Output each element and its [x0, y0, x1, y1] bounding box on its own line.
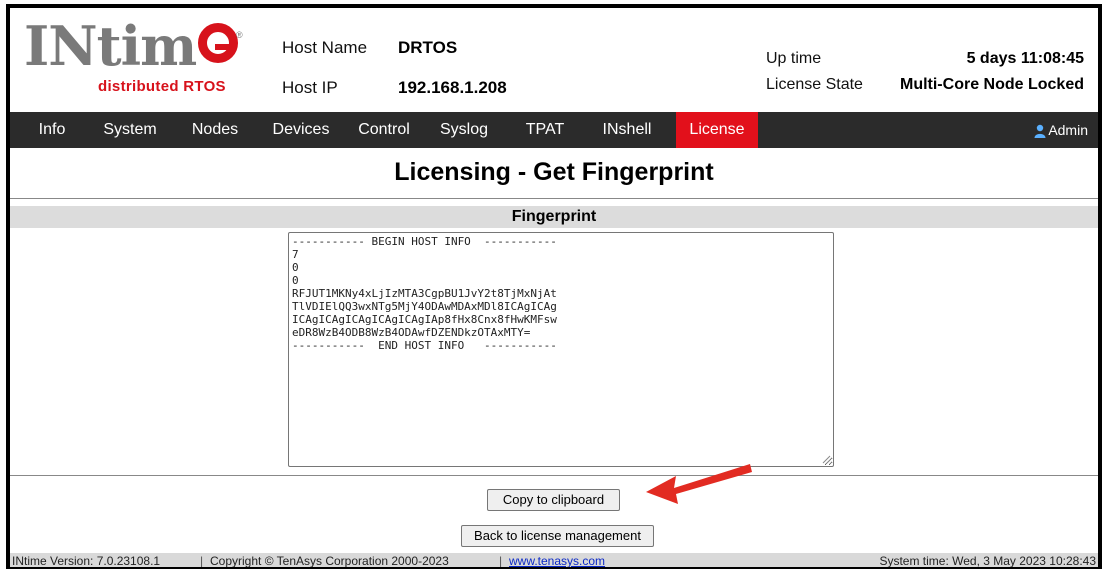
copyright-text: Copyright © TenAsys Corporation 2000-202…	[210, 554, 449, 568]
nav-syslog[interactable]: Syslog	[436, 112, 492, 148]
license-state-label: License State	[766, 76, 863, 93]
divider	[10, 198, 1098, 199]
nav-control[interactable]: Control	[352, 112, 416, 148]
admin-user-link[interactable]: Admin	[1034, 112, 1088, 148]
host-name-label: Host Name	[282, 38, 368, 57]
registered-mark: ®	[236, 30, 243, 40]
nav-info[interactable]: Info	[28, 112, 76, 148]
footer-separator: |	[499, 554, 503, 568]
header: INtim ® distributed RTOS Host Name DRTOS…	[10, 8, 1098, 112]
logo-wordmark: INtim	[24, 16, 239, 76]
page-title: Licensing - Get Fingerprint	[394, 158, 714, 186]
fingerprint-textarea[interactable]: ----------- BEGIN HOST INFO ----------- …	[288, 232, 834, 467]
system-time-text: System time: Wed, 3 May 2023 10:28:43	[879, 554, 1096, 568]
logo-subtitle: distributed RTOS	[98, 78, 226, 95]
resize-grip-icon[interactable]	[821, 454, 831, 464]
divider	[10, 475, 1098, 476]
main-nav: Info System Nodes Devices Control Syslog…	[10, 112, 1098, 148]
copy-to-clipboard-button[interactable]: Copy to clipboard	[487, 489, 620, 511]
nav-license[interactable]: License	[676, 112, 758, 148]
user-icon	[1034, 125, 1046, 139]
nav-nodes[interactable]: Nodes	[186, 112, 244, 148]
nav-devices[interactable]: Devices	[266, 112, 336, 148]
uptime-label: Up time	[766, 50, 822, 67]
license-state-value: Multi-Core Node Locked	[899, 76, 1084, 93]
logo-e-icon	[198, 23, 239, 63]
host-ip-label: Host IP	[282, 78, 338, 97]
app-frame: INtim ® distributed RTOS Host Name DRTOS…	[6, 4, 1102, 569]
host-ip-value: 192.168.1.208	[398, 78, 507, 97]
back-to-license-management-button[interactable]: Back to license management	[461, 525, 654, 547]
nav-inshell[interactable]: INshell	[596, 112, 658, 148]
nav-system[interactable]: System	[96, 112, 164, 148]
nav-tpat[interactable]: TPAT	[520, 112, 570, 148]
red-arrow-icon	[646, 464, 752, 504]
host-name-value: DRTOS	[398, 38, 458, 57]
uptime-value: 5 days 11:08:45	[966, 50, 1084, 67]
intime-logo: INtim ® distributed RTOS	[24, 16, 244, 104]
admin-label: Admin	[1048, 122, 1088, 138]
status-footer: INtime Version: 7.0.23108.1 | Copyright …	[10, 553, 1098, 568]
section-header-fingerprint: Fingerprint	[10, 206, 1098, 228]
version-text: INtime Version: 7.0.23108.1	[12, 554, 161, 568]
footer-separator: |	[200, 554, 204, 568]
tenasys-link[interactable]: www.tenasys.com	[509, 554, 605, 567]
